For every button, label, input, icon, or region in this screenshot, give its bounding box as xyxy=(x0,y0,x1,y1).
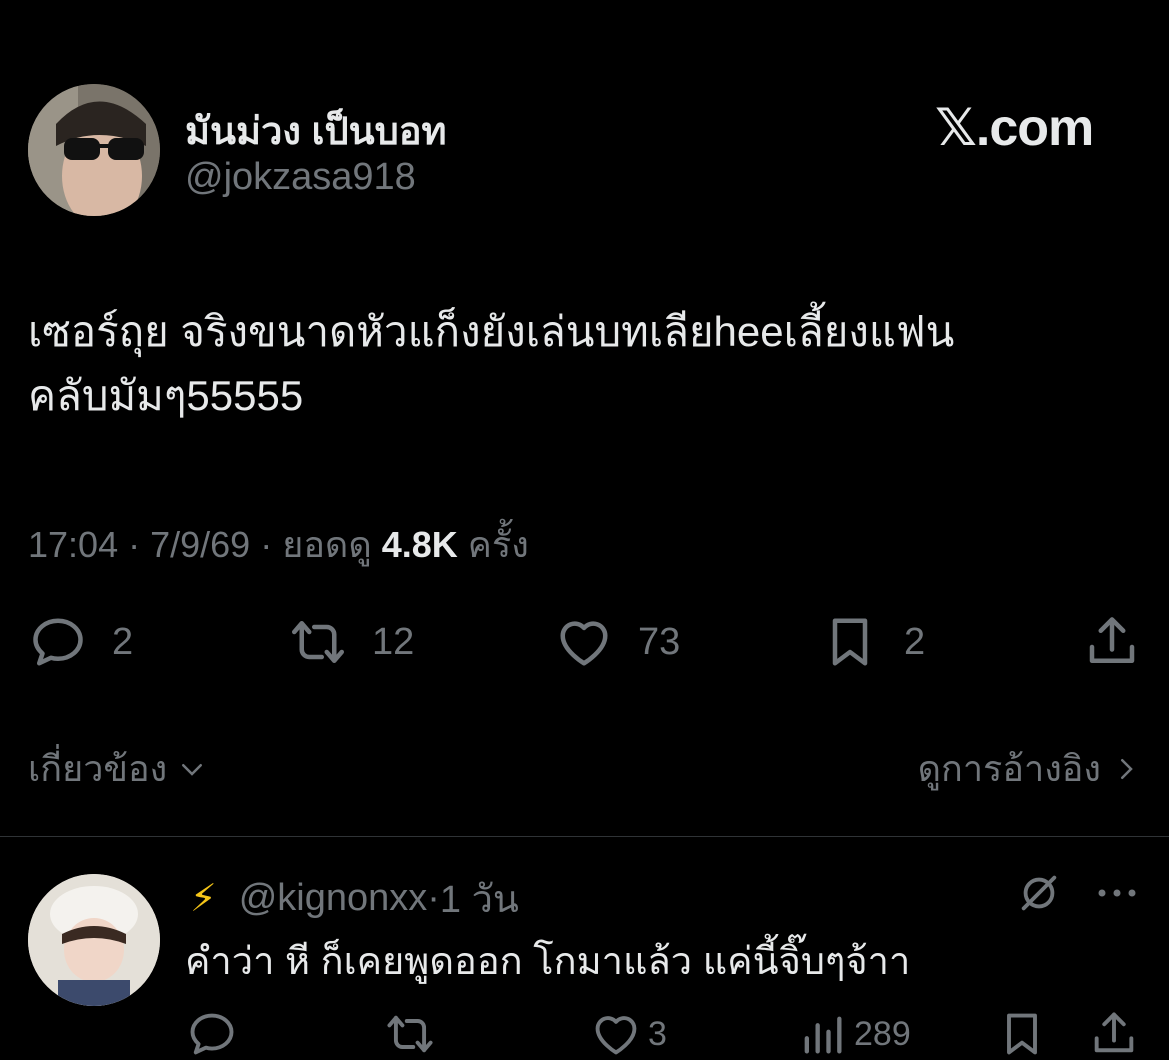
reply-like-button[interactable]: 3 xyxy=(590,1008,667,1060)
x-logo: 𝕏.com xyxy=(935,99,1094,157)
bookmark-button[interactable]: 2 xyxy=(820,612,925,672)
views-count: 4.8K xyxy=(381,524,458,565)
reply-time[interactable]: 1 วัน xyxy=(440,868,519,929)
more-icon[interactable] xyxy=(1094,880,1140,906)
tweet-text-line: คลับมัมๆ55555 xyxy=(28,372,304,419)
reply-button[interactable]: 2 xyxy=(28,612,133,672)
share-button[interactable] xyxy=(1082,612,1142,672)
display-name[interactable]: มันม่วง เป็นบอท xyxy=(185,100,447,161)
reply-avatar[interactable] xyxy=(28,874,160,1006)
reply-count: 2 xyxy=(112,620,134,663)
bookmark-icon xyxy=(832,618,868,666)
reply-bookmark-button[interactable] xyxy=(996,1008,1048,1060)
reply-views-button[interactable]: 289 xyxy=(796,1008,911,1060)
chevron-down-icon xyxy=(182,763,203,776)
reply-reply-button[interactable] xyxy=(186,1008,238,1060)
chevron-right-icon xyxy=(1121,758,1133,779)
reply-share-button[interactable] xyxy=(1088,1008,1140,1060)
reply-views-count: 289 xyxy=(854,1014,911,1053)
views-icon xyxy=(804,1016,842,1054)
reply-text: คำว่า หี ก็เคยพูดออก โกมาแล้ว แค่นี้จิ๊บ… xyxy=(185,941,911,983)
reply-retweet-button[interactable] xyxy=(384,1008,436,1060)
share-icon xyxy=(1094,1012,1134,1053)
reply-header: ⚡ @kignonxx · 1 วัน xyxy=(190,868,519,929)
retweet-button[interactable]: 12 xyxy=(288,612,414,672)
bookmark-icon xyxy=(1007,1013,1037,1055)
retweet-count: 12 xyxy=(372,620,415,663)
view-quotes-link[interactable]: ดูการอ้างอิง xyxy=(918,740,1141,797)
grok-icon[interactable] xyxy=(1016,870,1062,916)
related-toggle[interactable]: เกี่ยวข้อง xyxy=(28,740,207,797)
share-icon xyxy=(1089,617,1135,663)
user-handle[interactable]: @jokzasa918 xyxy=(185,156,416,199)
views-label: ยอดดู xyxy=(282,524,372,565)
tweet-date[interactable]: 7/9/69 xyxy=(150,524,250,565)
retweet-icon xyxy=(292,621,344,663)
views-suffix: ครั้ง xyxy=(467,524,529,565)
tweet-text-line: เซอร์ถุย จริงขนาดหัวแก็งยังเล่นบทเลียhee… xyxy=(28,308,955,355)
retweet-icon xyxy=(387,1015,433,1053)
heart-icon xyxy=(560,621,608,666)
tweet-time[interactable]: 17:04 xyxy=(28,524,118,565)
related-label: เกี่ยวข้อง xyxy=(28,748,168,789)
author-avatar[interactable] xyxy=(28,84,160,216)
tweet-meta: 17:04 · 7/9/69 · ยอดดู 4.8K ครั้ง xyxy=(28,524,529,565)
reply-like-count: 3 xyxy=(648,1014,667,1053)
reply-icon xyxy=(190,1013,234,1055)
reply-handle[interactable]: @kignonxx xyxy=(239,877,428,920)
reply-icon xyxy=(33,618,83,666)
quotes-label: ดูการอ้างอิง xyxy=(917,748,1101,789)
lightning-icon: ⚡ xyxy=(190,878,217,920)
bookmark-count: 2 xyxy=(904,620,926,663)
heart-icon xyxy=(595,1016,637,1055)
like-count: 73 xyxy=(638,620,681,663)
divider xyxy=(0,836,1169,837)
tweet-text: เซอร์ถุย จริงขนาดหัวแก็งยังเล่นบทเลียhee… xyxy=(28,300,1138,428)
like-button[interactable]: 73 xyxy=(554,612,680,672)
